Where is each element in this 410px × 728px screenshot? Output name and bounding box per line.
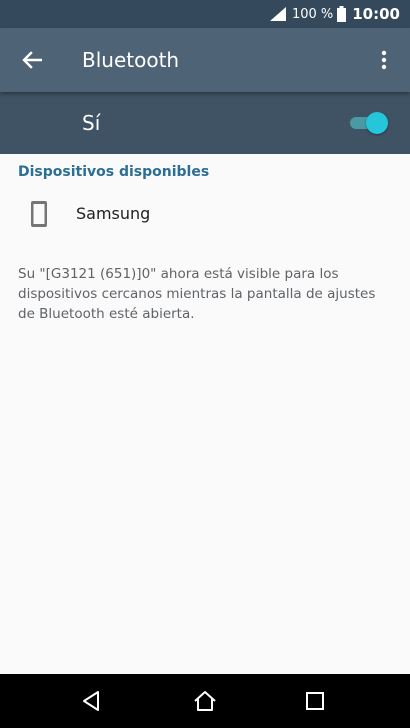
available-devices-header: Dispositivos disponibles [18,164,210,180]
arrow-back-icon [22,51,42,69]
more-options-button[interactable] [366,38,402,82]
bluetooth-master-switch-row[interactable]: Sí [0,92,410,154]
status-clock: 10:00 [352,5,400,23]
device-name: Samsung [76,204,151,223]
navigation-bar [0,674,410,728]
status-bar: 100 % 10:00 [0,0,410,28]
page-title: Bluetooth [82,48,180,72]
battery-percent: 100 % [291,6,334,22]
more-vert-icon [381,50,387,70]
app-bar: Bluetooth [0,28,410,92]
nav-recents-icon [306,692,324,710]
nav-back-button[interactable] [75,685,107,717]
battery-icon [337,6,347,22]
bluetooth-toggle[interactable] [348,112,388,134]
status-indicators: 100 % 10:00 [269,0,400,28]
signal-strength-icon [269,7,286,21]
nav-home-button[interactable] [189,685,221,717]
nav-home-icon [194,691,216,711]
bluetooth-switch-label: Sí [82,111,101,135]
visibility-info-text: Su "[G3121 (651)]0" ahora está visible p… [18,266,376,322]
toggle-thumb [366,112,388,134]
back-button[interactable] [10,38,54,82]
device-list-item[interactable]: Samsung [0,190,410,238]
settings-content: Dispositivos disponibles Samsung Su "[G3… [0,154,410,674]
nav-recents-button[interactable] [299,685,331,717]
smartphone-icon [31,201,47,227]
nav-back-icon [83,691,99,711]
